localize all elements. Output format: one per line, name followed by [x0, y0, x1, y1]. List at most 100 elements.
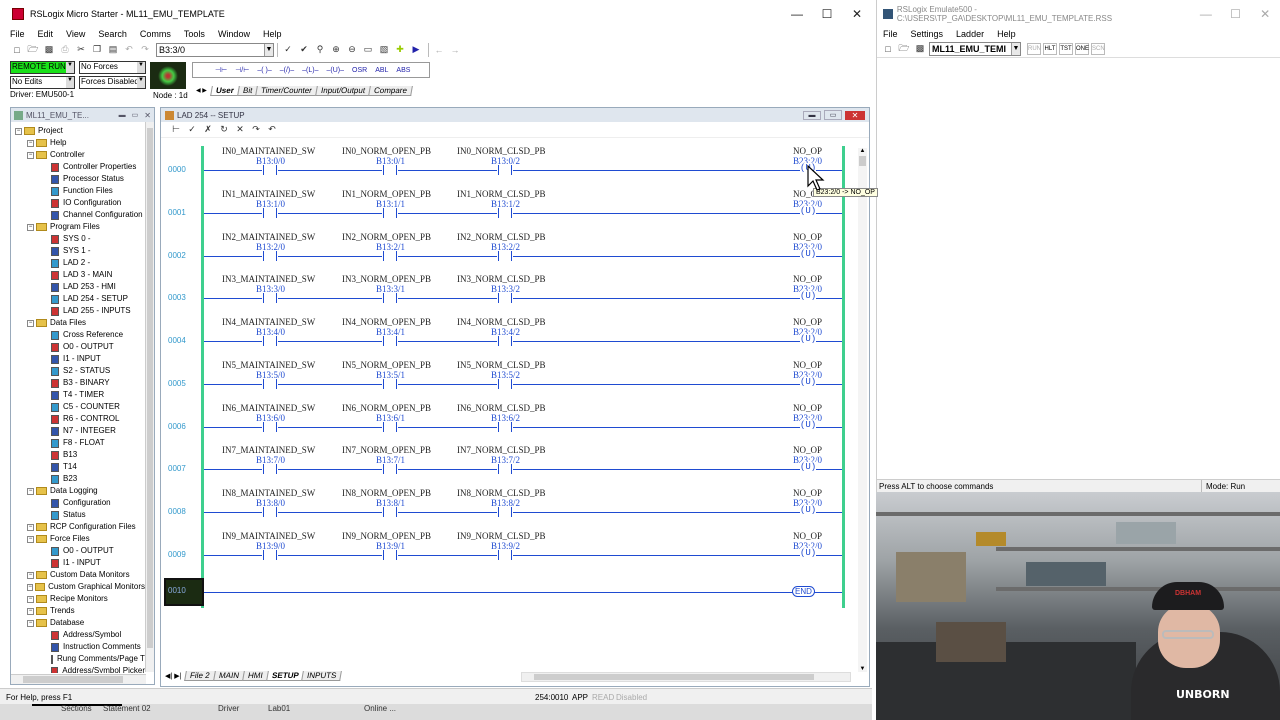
xic-contact[interactable]: [382, 165, 398, 177]
ladder-horizontal-scrollbar[interactable]: [521, 672, 851, 682]
verify-project-icon[interactable]: ✔: [297, 43, 311, 57]
menu-file[interactable]: File: [10, 29, 25, 39]
tree-item[interactable]: Channel Configuration: [15, 209, 145, 221]
tree-item[interactable]: SYS 1 -: [15, 245, 145, 257]
emu-tst-button[interactable]: TST: [1059, 42, 1073, 55]
file-tab-inputs[interactable]: INPUTS: [301, 671, 343, 681]
xic-contact[interactable]: [262, 336, 278, 348]
xic-contact[interactable]: [497, 464, 513, 477]
emu-run-button[interactable]: RUN: [1027, 42, 1041, 55]
tree-item[interactable]: LAD 2 -: [15, 257, 145, 269]
tree-item[interactable]: Cross Reference: [15, 329, 145, 341]
tree-item[interactable]: SYS 0 -: [15, 233, 145, 245]
restore-button[interactable]: ▭: [132, 111, 139, 119]
cancel-edits-icon[interactable]: ✗: [201, 123, 215, 137]
close-button[interactable]: ✕: [1250, 7, 1280, 21]
restore-button[interactable]: ▭: [824, 110, 842, 120]
tree-item[interactable]: LAD 253 - HMI: [15, 281, 145, 293]
instruction-button[interactable]: –(U)–: [327, 67, 345, 74]
output-coil[interactable]: (U): [800, 462, 817, 473]
instr-tab-input-output[interactable]: Input/Output: [314, 85, 371, 96]
expand-icon[interactable]: −: [27, 535, 34, 543]
chevron-down-icon[interactable]: ▼: [66, 62, 74, 73]
edit-rung-icon[interactable]: ⊢: [169, 123, 183, 137]
close-button[interactable]: ✕: [842, 7, 872, 21]
ladder-rung[interactable]: 0009 IN9_MAINTAINED_SW B13:9/0 IN9_NORM_OPE…: [164, 531, 854, 574]
output-coil[interactable]: (U): [800, 205, 817, 216]
chevron-down-icon[interactable]: ▼: [264, 43, 273, 56]
menu-search[interactable]: Search: [98, 29, 127, 39]
file-tab-hmi[interactable]: HMI: [242, 671, 269, 681]
instruction-button[interactable]: ABS: [396, 67, 410, 74]
forces-indicator[interactable]: No Forces ▼: [79, 61, 146, 74]
tree-item[interactable]: − Trends: [15, 605, 145, 617]
menu-help[interactable]: Help: [997, 29, 1016, 39]
forces-enabled-indicator[interactable]: Forces Disabled ▼: [79, 76, 146, 89]
expand-icon[interactable]: −: [27, 583, 34, 591]
tree-item[interactable]: LAD 3 - MAIN: [15, 269, 145, 281]
tree-item[interactable]: IO Configuration: [15, 197, 145, 209]
tree-item[interactable]: B23: [15, 473, 145, 485]
menu-settings[interactable]: Settings: [911, 29, 944, 39]
tree-item[interactable]: S2 - STATUS: [15, 365, 145, 377]
chevron-down-icon[interactable]: ▼: [1011, 42, 1020, 55]
xic-contact[interactable]: [382, 421, 398, 434]
tree-item[interactable]: Instruction Comments: [15, 641, 145, 653]
add-rung-icon[interactable]: ✚: [393, 43, 407, 57]
ladder-rung[interactable]: 0006 IN6_MAINTAINED_SW B13:6/0 IN6_NORM_OPE…: [164, 403, 854, 446]
xic-contact[interactable]: [262, 421, 278, 434]
xic-contact[interactable]: [497, 336, 513, 348]
taskbar-item[interactable]: Online ...: [364, 704, 396, 713]
xic-contact[interactable]: [382, 250, 398, 263]
xic-contact[interactable]: [262, 464, 278, 477]
tree-item[interactable]: LAD 255 - INPUTS: [15, 305, 145, 317]
tree-item[interactable]: I1 - INPUT: [15, 557, 145, 569]
forward-icon[interactable]: →: [448, 43, 462, 57]
output-coil[interactable]: (U): [800, 547, 817, 558]
scroll-thumb[interactable]: [534, 674, 814, 680]
tree-item[interactable]: Configuration: [15, 497, 145, 509]
expand-icon[interactable]: −: [27, 139, 34, 147]
tree-item[interactable]: − Data Files: [15, 317, 145, 329]
undo-icon[interactable]: ↶: [122, 43, 136, 57]
instr-tab-compare[interactable]: Compare: [368, 85, 413, 96]
output-coil[interactable]: (U): [800, 248, 817, 259]
output-coil[interactable]: (U): [800, 376, 817, 387]
tree-item[interactable]: − Data Logging: [15, 485, 145, 497]
delete-edits-icon[interactable]: ↶: [265, 123, 279, 137]
instruction-button[interactable]: –(L)–: [302, 67, 318, 74]
tree-item[interactable]: − Custom Graphical Monitors: [15, 581, 145, 593]
menu-tools[interactable]: Tools: [184, 29, 205, 39]
file-tab-main[interactable]: MAIN: [213, 671, 245, 681]
test-edits-icon[interactable]: ✕: [233, 123, 247, 137]
xic-contact[interactable]: [382, 378, 398, 391]
xic-contact[interactable]: [262, 378, 278, 391]
maximize-button[interactable]: ☐: [812, 7, 842, 21]
expand-icon[interactable]: −: [27, 607, 34, 615]
save-icon[interactable]: ▩: [42, 43, 56, 57]
tree-item[interactable]: − Custom Data Monitors: [15, 569, 145, 581]
tree-item[interactable]: I1 - INPUT: [15, 353, 145, 365]
tree-item[interactable]: B13: [15, 449, 145, 461]
xic-contact[interactable]: [262, 549, 278, 562]
emu-hlt-button[interactable]: HLT: [1043, 42, 1057, 55]
chevron-down-icon[interactable]: ▼: [66, 77, 74, 88]
back-icon[interactable]: ←: [432, 43, 446, 57]
instr-tab-timer-counter[interactable]: Timer/Counter: [255, 85, 318, 96]
print-icon[interactable]: ⎙: [58, 43, 72, 57]
tree-item[interactable]: Controller Properties: [15, 161, 145, 173]
xic-contact[interactable]: [497, 293, 513, 306]
xic-contact[interactable]: [262, 507, 278, 519]
output-coil[interactable]: (U): [800, 419, 817, 430]
xic-contact[interactable]: [382, 336, 398, 348]
file-tab-file-2[interactable]: File 2: [184, 671, 216, 681]
tree-item[interactable]: Address/Symbol Picker: [15, 665, 145, 673]
tree-item[interactable]: − RCP Configuration Files: [15, 521, 145, 533]
expand-icon[interactable]: −: [27, 595, 34, 603]
close-button[interactable]: ✕: [144, 111, 151, 120]
accept-edits-icon[interactable]: ✓: [185, 123, 199, 137]
instruction-button[interactable]: ABL: [375, 67, 388, 74]
menu-file[interactable]: File: [883, 29, 898, 39]
chevron-down-icon[interactable]: ▼: [137, 77, 145, 88]
ladder-rung[interactable]: 0000 IN0_MAINTAINED_SW B13:0/0 IN0_NORM_OPE…: [164, 146, 854, 189]
